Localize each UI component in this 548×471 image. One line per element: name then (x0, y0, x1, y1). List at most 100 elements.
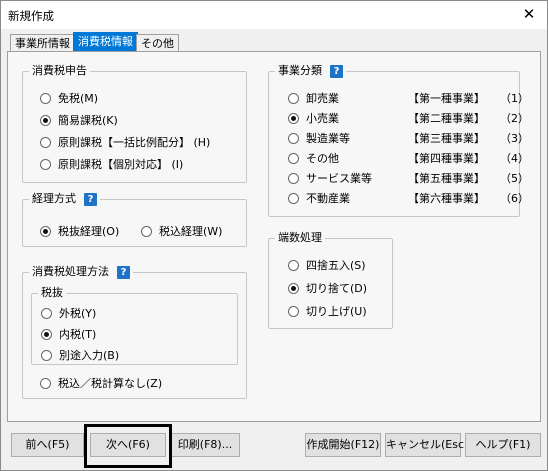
radio-business-type-6[interactable]: 不動産業 【第六種事業】 （6） (288, 190, 529, 206)
accounting-group: 経理方式? 税抜経理(O) 税込経理(W) (22, 192, 247, 247)
radio-button[interactable] (288, 259, 299, 271)
business-type-number: （3） (500, 132, 529, 145)
radio-separate-input[interactable]: 別途入力(B) (41, 347, 119, 363)
radio-inner-tax[interactable]: 内税(T) (41, 326, 96, 342)
radio-round-down[interactable]: 切り捨て(D) (288, 280, 367, 296)
business-type-kind: 【第四種事業】 (408, 152, 485, 165)
business-type-number: （4） (500, 152, 529, 165)
help-button[interactable]: ヘルプ(F1) (465, 433, 541, 457)
radio-button-selected[interactable] (288, 282, 299, 294)
window-title: 新規作成 (8, 9, 54, 23)
business-type-kind: 【第三種事業】 (408, 132, 485, 145)
radio-button[interactable] (288, 132, 299, 144)
business-type-kind: 【第六種事業】 (408, 192, 485, 205)
radio-button[interactable] (288, 305, 299, 317)
radio-button[interactable] (40, 158, 51, 170)
business-type-label: サービス業等 (306, 172, 372, 185)
radio-button[interactable] (40, 92, 51, 104)
radio-simplified[interactable]: 簡易課税(K) (40, 112, 118, 128)
help-icon[interactable]: ? (330, 64, 343, 78)
radio-round-up[interactable]: 切り上げ(U) (288, 303, 367, 319)
print-button[interactable]: 印刷(F8)... (170, 433, 240, 457)
radio-button[interactable] (288, 152, 299, 164)
rounding-title: 端数処理 (275, 231, 325, 245)
help-icon[interactable]: ? (117, 265, 130, 279)
business-type-label: 不動産業 (306, 192, 350, 205)
radio-label: 税込経理(W) (159, 225, 223, 238)
radio-button[interactable] (40, 136, 51, 148)
tab-office-info[interactable]: 事業所情報 (10, 34, 75, 52)
radio-business-type-3[interactable]: 製造業等 【第三種事業】 （3） (288, 130, 529, 146)
business-type-title-text: 事業分類 (278, 64, 322, 77)
tax-excluded-subgroup: 税抜 外税(Y) 内税(T) 別途入力(B) (31, 286, 238, 365)
radio-label: 税抜経理(O) (58, 225, 120, 238)
radio-exempt[interactable]: 免税(M) (40, 90, 98, 106)
business-type-label: その他 (306, 152, 339, 165)
radio-button-selected[interactable] (40, 114, 51, 126)
radio-label: 切り上げ(U) (306, 305, 367, 318)
radio-button[interactable] (141, 225, 152, 237)
radio-outer-tax[interactable]: 外税(Y) (41, 305, 96, 321)
radio-label: 切り捨て(D) (306, 282, 368, 295)
business-type-label: 製造業等 (306, 132, 350, 145)
business-type-number: （2） (500, 112, 529, 125)
radio-button-selected[interactable] (41, 328, 52, 340)
radio-label: 別途入力(B) (59, 349, 120, 362)
business-type-group: 事業分類? 卸売業 【第一種事業】 （1） 小売業 【第二種事業】 （2） 製造業等 【第… (268, 64, 529, 217)
business-type-label: 小売業 (306, 112, 339, 125)
radio-business-type-1[interactable]: 卸売業 【第一種事業】 （1） (288, 90, 529, 106)
radio-label: 免税(M) (58, 92, 99, 105)
radio-general-individual[interactable]: 原則課税【個別対応】 (I) (40, 156, 183, 172)
radio-tax-included[interactable]: 税込経理(W) (141, 223, 222, 239)
accounting-title: 経理方式? (29, 192, 100, 206)
tax-excluded-subtitle: 税抜 (38, 286, 66, 300)
tax-filing-group: 消費税申告 免税(M) 簡易課税(K) 原則課税【一括比例配分】 (H) 原則課… (22, 64, 247, 183)
tax-filing-title: 消費税申告 (29, 64, 90, 78)
radio-business-type-5[interactable]: サービス業等 【第五種事業】 （5） (288, 170, 529, 186)
radio-button[interactable] (288, 192, 299, 204)
business-type-title: 事業分類? (275, 64, 346, 78)
radio-label: 外税(Y) (59, 307, 97, 320)
business-type-kind: 【第五種事業】 (408, 172, 485, 185)
radio-button[interactable] (40, 377, 51, 389)
business-type-kind: 【第二種事業】 (408, 112, 485, 125)
radio-label: 簡易課税(K) (58, 114, 118, 127)
cancel-button[interactable]: キャンセル(Esc) (385, 433, 468, 457)
radio-business-type-4[interactable]: その他 【第四種事業】 （4） (288, 150, 529, 166)
create-button[interactable]: 作成開始(F12) (305, 433, 381, 457)
rounding-group: 端数処理 四捨五入(S) 切り捨て(D) 切り上げ(U) (268, 231, 393, 329)
tax-info-panel: 消費税申告 免税(M) 簡易課税(K) 原則課税【一括比例配分】 (H) 原則課… (7, 51, 541, 422)
radio-button[interactable] (288, 92, 299, 104)
tax-method-title: 消費税処理方法? (29, 265, 133, 279)
radio-tax-excluded[interactable]: 税抜経理(O) (40, 223, 119, 239)
radio-tax-included-no-calc[interactable]: 税込／税計算なし(Z) (40, 375, 162, 391)
radio-round-half-up[interactable]: 四捨五入(S) (288, 257, 366, 273)
radio-label: 内税(T) (59, 328, 97, 341)
title-bar: 新規作成 ✕ (1, 1, 547, 29)
radio-button-selected[interactable] (40, 225, 51, 237)
help-icon[interactable]: ? (84, 192, 97, 206)
prev-button[interactable]: 前へ(F5) (11, 433, 84, 457)
business-type-kind: 【第一種事業】 (408, 92, 485, 105)
tax-filing-title-text: 消費税申告 (32, 64, 87, 77)
radio-label: 原則課税【個別対応】 (I) (58, 158, 184, 171)
business-type-label: 卸売業 (306, 92, 339, 105)
radio-general-lump[interactable]: 原則課税【一括比例配分】 (H) (40, 134, 210, 150)
radio-label: 四捨五入(S) (306, 259, 366, 272)
tax-excluded-subtitle-text: 税抜 (41, 286, 63, 299)
rounding-title-text: 端数処理 (278, 231, 322, 244)
business-type-number: （6） (500, 192, 529, 205)
next-button[interactable]: 次へ(F6) (90, 433, 166, 457)
radio-business-type-2[interactable]: 小売業 【第二種事業】 （2） (288, 110, 529, 126)
tab-other[interactable]: その他 (136, 34, 179, 52)
radio-label: 原則課税【一括比例配分】 (H) (58, 136, 211, 149)
dialog-window: 新規作成 ✕ 事業所情報 消費税情報 その他 消費税申告 免税(M) 簡易課税(… (0, 0, 548, 471)
radio-button[interactable] (41, 307, 52, 319)
tab-tax-info[interactable]: 消費税情報 (73, 32, 138, 52)
tax-method-title-text: 消費税処理方法 (32, 265, 109, 278)
radio-button[interactable] (288, 172, 299, 184)
close-icon[interactable]: ✕ (521, 6, 537, 22)
business-type-number: （1） (500, 92, 529, 105)
radio-button[interactable] (41, 349, 52, 361)
radio-button-selected[interactable] (288, 112, 299, 124)
